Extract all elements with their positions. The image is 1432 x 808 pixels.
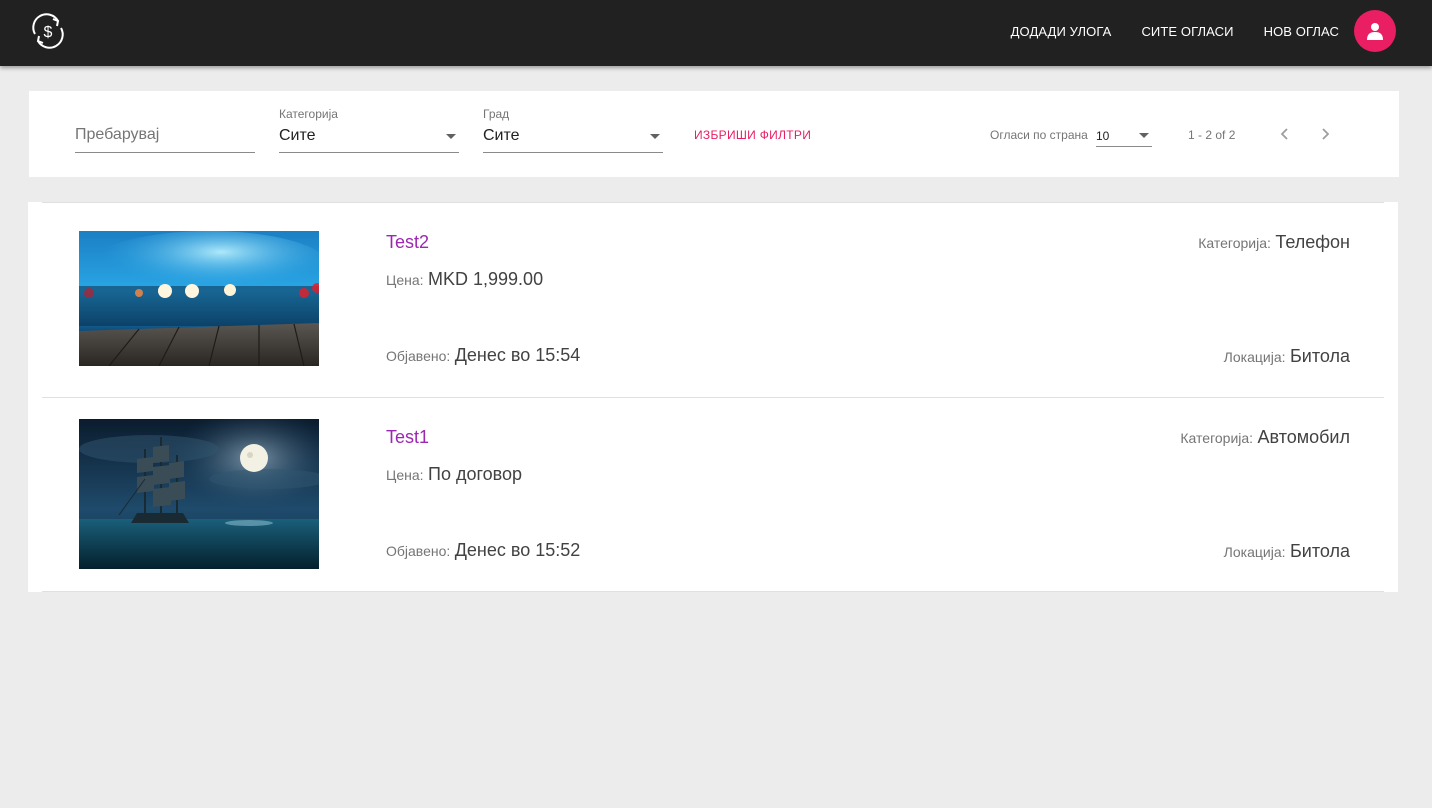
listing-title[interactable]: Test1 xyxy=(386,427,429,448)
price-value: По договор xyxy=(428,464,523,484)
posted-label: Објавено: xyxy=(386,348,451,364)
previous-page-button[interactable] xyxy=(1274,123,1296,145)
dropdown-arrow-icon xyxy=(650,134,660,139)
chevron-right-icon xyxy=(1322,128,1330,140)
city-select-value: Сите xyxy=(483,127,520,144)
top-app-bar: $ ДОДАДИ УЛОГА СИТЕ ОГЛАСИ НОВ ОГЛАС xyxy=(0,0,1432,66)
account-avatar-button[interactable] xyxy=(1354,10,1396,52)
price-label: Цена: xyxy=(386,467,424,483)
listing-title[interactable]: Test2 xyxy=(386,232,429,253)
listing-location: Локација: Битола xyxy=(1224,346,1350,367)
dropdown-arrow-icon xyxy=(446,134,456,139)
listing-posted: Објавено: Денес во 15:54 xyxy=(386,345,580,366)
price-label: Цена: xyxy=(386,272,424,288)
category-value: Автомобил xyxy=(1257,427,1350,447)
list-item[interactable]: Test1 Цена: По договор Објавено: Денес в… xyxy=(28,398,1398,592)
svg-text:$: $ xyxy=(44,24,53,41)
nav-all-ads[interactable]: СИТЕ ОГЛАСИ xyxy=(1141,24,1233,39)
location-value: Битола xyxy=(1289,541,1350,561)
location-value: Битола xyxy=(1289,346,1350,366)
dollar-exchange-icon[interactable]: $ xyxy=(27,10,69,52)
per-page-value: 10 xyxy=(1096,129,1110,143)
category-select-label: Категорија xyxy=(279,107,338,121)
category-value: Телефон xyxy=(1275,232,1350,252)
city-select-label: Град xyxy=(483,107,510,121)
listing-image-ship xyxy=(79,419,319,569)
filter-panel: Категорија Сите Град Сите ИЗБРИШИ ФИЛТРИ… xyxy=(29,91,1399,177)
listing-category: Категорија: Автомобил xyxy=(1180,427,1350,448)
top-nav: ДОДАДИ УЛОГА СИТЕ ОГЛАСИ НОВ ОГЛАС xyxy=(1011,10,1396,52)
per-page-label: Огласи по страна xyxy=(990,128,1088,142)
city-underline xyxy=(483,152,663,153)
search-field xyxy=(75,91,255,153)
category-select[interactable]: Категорија Сите xyxy=(279,91,459,153)
per-page-underline xyxy=(1096,146,1152,147)
list-item[interactable]: Test2 Цена: MKD 1,999.00 Објавено: Денес… xyxy=(28,202,1398,397)
chevron-left-icon xyxy=(1280,128,1288,140)
pagination-range: 1 - 2 of 2 xyxy=(1188,128,1236,142)
nav-add-role[interactable]: ДОДАДИ УЛОГА xyxy=(1011,24,1112,39)
next-page-button[interactable] xyxy=(1314,123,1336,145)
price-value: MKD 1,999.00 xyxy=(428,269,544,289)
location-label: Локација: xyxy=(1223,544,1286,560)
nav-new-ad[interactable]: НОВ ОГЛАС xyxy=(1264,24,1339,39)
listing-posted: Објавено: Денес во 15:52 xyxy=(386,540,580,561)
posted-label: Објавено: xyxy=(386,543,451,559)
dropdown-arrow-icon xyxy=(1139,133,1149,138)
per-page-select[interactable]: 10 xyxy=(1096,91,1152,147)
category-label: Категорија: xyxy=(1198,235,1271,251)
location-label: Локација: xyxy=(1223,349,1286,365)
search-input[interactable] xyxy=(75,125,255,145)
listing-location: Локација: Битола xyxy=(1224,541,1350,562)
listing-image-bokeh xyxy=(79,231,319,366)
listing-price: Цена: По договор xyxy=(386,464,522,485)
listing-category: Категорија: Телефон xyxy=(1198,232,1350,253)
category-label: Категорија: xyxy=(1180,430,1254,446)
city-select[interactable]: Град Сите xyxy=(483,91,663,153)
divider xyxy=(42,591,1384,592)
user-icon xyxy=(1367,23,1383,40)
category-underline xyxy=(279,152,459,153)
clear-filters-button[interactable]: ИЗБРИШИ ФИЛТРИ xyxy=(694,128,811,142)
posted-value: Денес во 15:54 xyxy=(454,345,581,365)
category-select-value: Сите xyxy=(279,127,316,144)
search-underline xyxy=(75,152,255,153)
listings-panel: Test2 Цена: MKD 1,999.00 Објавено: Денес… xyxy=(28,202,1398,592)
listing-price: Цена: MKD 1,999.00 xyxy=(386,269,543,290)
posted-value: Денес во 15:52 xyxy=(454,540,581,560)
